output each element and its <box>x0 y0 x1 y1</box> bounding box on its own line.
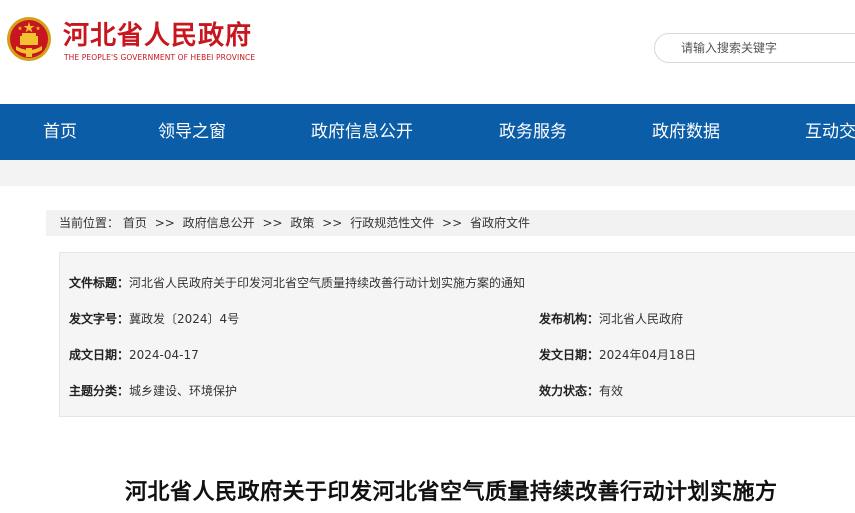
site-subtitle: THE PEOPLE'S GOVERNMENT OF HEBEI PROVINC… <box>64 53 256 62</box>
nav-item-gov-info[interactable]: 政府信息公开 <box>311 104 413 160</box>
breadcrumb-item-regulatory-docs[interactable]: 行政规范性文件 <box>350 216 434 230</box>
info-value: 城乡建设、环境保护 <box>129 384 238 398</box>
info-label: 主题分类： <box>69 384 130 398</box>
breadcrumb-separator: >> <box>154 216 175 230</box>
breadcrumb-prefix: 当前位置： <box>59 216 120 230</box>
page-background <box>0 160 855 186</box>
info-row-written-date: 成文日期：2024-04-17 <box>69 346 199 363</box>
breadcrumb-item-provincial-docs[interactable]: 省政府文件 <box>470 216 530 230</box>
breadcrumb-separator: >> <box>442 216 463 230</box>
info-label: 发文日期： <box>539 348 600 362</box>
info-label: 发文字号： <box>69 312 130 326</box>
info-row-publish-date: 发文日期：2024年04月18日 <box>539 346 696 363</box>
search-input[interactable] <box>681 40 855 56</box>
main-nav: 首页 领导之窗 政府信息公开 政务服务 政府数据 互动交 <box>0 104 855 160</box>
document-info-box: 文件标题：河北省人民政府关于印发河北省空气质量持续改善行动计划实施方案的通知 发… <box>59 252 855 417</box>
info-row-title: 文件标题：河北省人民政府关于印发河北省空气质量持续改善行动计划实施方案的通知 <box>69 274 525 291</box>
breadcrumb-separator: >> <box>322 216 343 230</box>
info-row-category: 主题分类：城乡建设、环境保护 <box>69 382 237 399</box>
breadcrumb-item-gov-info[interactable]: 政府信息公开 <box>183 216 255 230</box>
nav-item-leaders[interactable]: 领导之窗 <box>158 104 226 160</box>
info-row-issuer: 发布机构：河北省人民政府 <box>539 310 683 327</box>
info-value: 2024-04-17 <box>129 348 199 362</box>
nav-item-services[interactable]: 政务服务 <box>499 104 567 160</box>
info-value: 河北省人民政府关于印发河北省空气质量持续改善行动计划实施方案的通知 <box>129 276 526 290</box>
site-title[interactable]: 河北省人民政府 <box>63 15 252 52</box>
info-value: 2024年04月18日 <box>599 348 697 362</box>
info-row-doc-no: 发文字号：冀政发〔2024〕4号 <box>69 310 239 327</box>
search-box[interactable] <box>654 33 855 63</box>
breadcrumb: 当前位置： 首页 >> 政府信息公开 >> 政策 >> 行政规范性文件 >> 省… <box>46 210 855 236</box>
nav-item-home[interactable]: 首页 <box>43 104 77 160</box>
info-row-status: 效力状态：有效 <box>539 382 623 399</box>
breadcrumb-separator: >> <box>262 216 283 230</box>
info-value: 冀政发〔2024〕4号 <box>129 312 240 326</box>
article-title: 河北省人民政府关于印发河北省空气质量持续改善行动计划实施方 <box>125 479 778 505</box>
site-header: 河北省人民政府 THE PEOPLE'S GOVERNMENT OF HEBEI… <box>0 0 855 104</box>
nav-item-data[interactable]: 政府数据 <box>652 104 720 160</box>
info-label: 成文日期： <box>69 348 130 362</box>
nav-item-interaction[interactable]: 互动交 <box>805 104 855 160</box>
breadcrumb-item-home[interactable]: 首页 <box>123 216 147 230</box>
info-value: 有效 <box>599 384 624 398</box>
info-label: 效力状态： <box>539 384 600 398</box>
breadcrumb-item-policy[interactable]: 政策 <box>290 216 314 230</box>
info-label: 发布机构： <box>539 312 600 326</box>
national-emblem-icon[interactable] <box>6 16 52 62</box>
info-label: 文件标题： <box>69 276 130 290</box>
info-value: 河北省人民政府 <box>599 312 684 326</box>
